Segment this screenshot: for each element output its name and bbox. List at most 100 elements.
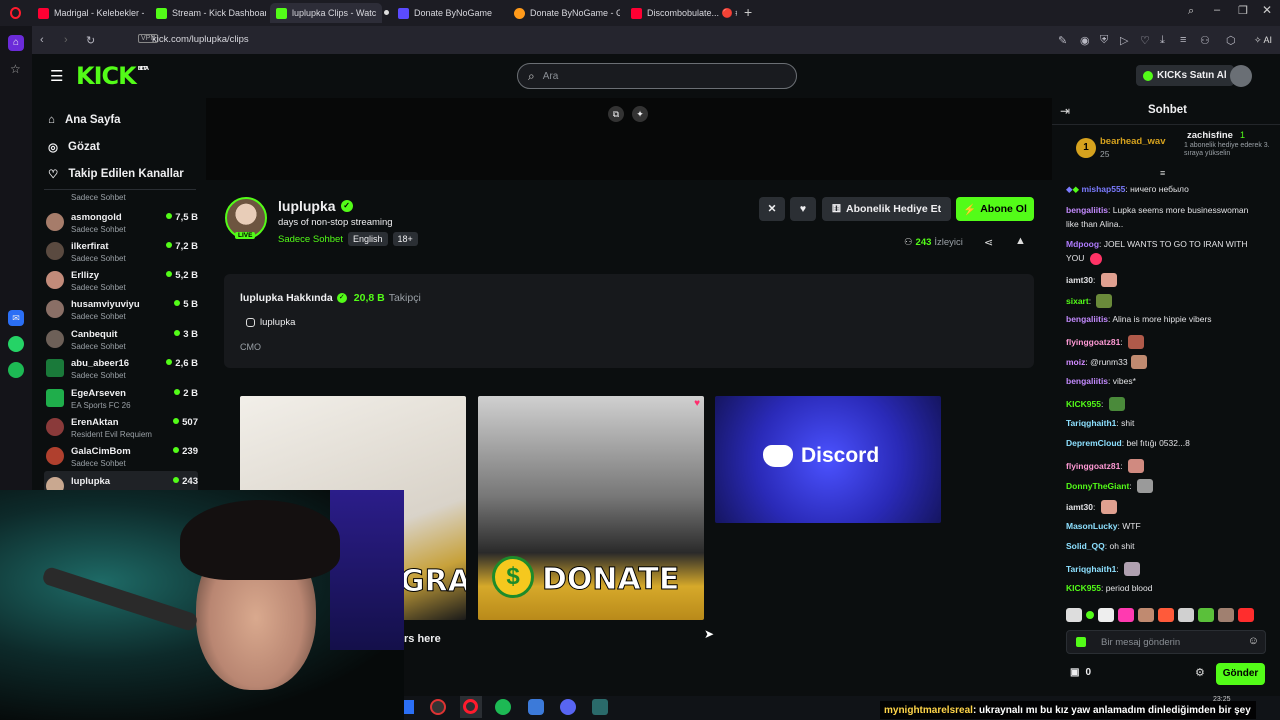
emote-icon[interactable] [1066,608,1082,622]
sidebar-channel-asmongold[interactable]: asmongold Sadece Sohbet 7,5 B [44,207,198,236]
emote-icon[interactable] [1138,608,1154,622]
emote-icon[interactable] [1158,608,1174,622]
sidebar-channel-canbequit[interactable]: Canbequit Sadece Sohbet 3 B [44,324,198,353]
chat-message[interactable]: KICK955: period blood [1066,583,1153,593]
ai-button[interactable]: ✧ AI [1250,32,1276,48]
chat-message[interactable]: KICK955: [1066,397,1125,411]
sidebar-channel-husamviyuviyu[interactable]: husamviyuviyu Sadece Sohbet 5 B [44,294,198,323]
spotify-taskbar-icon[interactable] [495,699,511,715]
chat-message[interactable]: iamt30: [1066,500,1117,514]
tab-2-active[interactable]: luplupka Clips - Watc [270,3,382,23]
tab-4[interactable]: Donate ByNoGame - Gele [508,3,620,23]
chat-message[interactable]: iamt30: [1066,273,1117,287]
sidebar-channel-abu-abeer16[interactable]: abu_abeer16 Sadece Sohbet 2,6 B [44,353,198,382]
follow-heart-button[interactable]: ♥ [790,197,816,221]
whatsapp-icon[interactable] [8,336,24,352]
chat-message[interactable]: bengaliitis: Lupka seems more businesswo… [1066,205,1248,215]
share-icon[interactable]: ⋖ [984,236,993,249]
user-avatar[interactable] [1230,65,1252,87]
download-icon[interactable]: ⤓ [1160,34,1165,47]
emote-icon[interactable] [1198,608,1214,622]
chat-message[interactable]: ◆◆ mishap555: ничего небыло [1066,184,1189,195]
chat-message[interactable]: Mdpoog: JOEL WANTS TO GO TO IRAN WITH [1066,239,1248,249]
shield-icon[interactable]: ⛨ [1100,34,1108,47]
subscribe-button[interactable]: ⚡ Abone Ol [956,197,1034,221]
buy-kicks-button[interactable]: KICKs Satın Al [1136,65,1234,86]
report-icon[interactable]: ▲ [1015,235,1026,247]
streamer-name[interactable]: luplupka ✓ [278,198,353,214]
messenger-icon[interactable]: ✉ [8,310,24,326]
nav-home[interactable]: ⌂ Ana Sayfa [32,106,206,133]
channel-points[interactable]: ▣ 0 [1070,667,1091,678]
chat-message[interactable]: sixart: [1066,294,1113,308]
menu-lines-icon[interactable]: ≡ [1180,34,1186,46]
taskbar-app-icon[interactable] [404,700,414,714]
opera-taskbar-icon[interactable] [463,699,478,714]
sidebar-channel-ilkerfirat[interactable]: ilkerfirat Sadece Sohbet 7,2 B [44,236,198,265]
send-button[interactable]: Gönder [1216,663,1265,685]
tab-5[interactable]: Discombobulate... 🔴 #Sh [625,3,737,23]
profile-icon[interactable]: ⚇ [1200,34,1210,47]
play-icon[interactable]: ▷ [1120,34,1128,47]
heart-outline-icon[interactable]: ♡ [1140,34,1150,47]
tab-0[interactable]: Madrigal - Kelebekler - Yo [32,3,144,23]
opera-logo-icon[interactable] [10,7,21,19]
emote-icon[interactable] [1178,608,1194,622]
sidebar-channel-egearseven[interactable]: EgeArseven EA Sports FC 26 2 B [44,383,198,412]
chat-message[interactable]: flyinggoatz81: [1066,459,1145,473]
gift-sub-button[interactable]: ⚅ Abonelik Hediye Et [822,197,951,221]
mute-notifications-button[interactable]: ✕ [759,197,785,221]
chat-message[interactable]: moiz: @runm33 [1066,355,1147,369]
discord-panel-image[interactable]: Discord [715,396,941,523]
chat-message[interactable]: Solid_QQ: oh shit [1066,541,1135,551]
chat-message[interactable]: MasonLucky: WTF [1066,521,1141,531]
emote-icon[interactable] [1218,608,1234,622]
instagram-link[interactable]: luplupka [246,317,295,328]
chat-message[interactable]: DepremCloud: bel fıtığı 0532...8 [1066,438,1190,448]
tab-3[interactable]: Donate ByNoGame [392,3,504,23]
chat-message[interactable]: bengaliitis: Alina is more hippie vibers [1066,314,1212,324]
tab-1[interactable]: Stream - Kick Dashboard [150,3,266,23]
star-icon[interactable]: ☆ [10,62,21,76]
chat-input[interactable]: Bir mesaj gönderin ☺ [1066,630,1266,654]
sidebar-channel[interactable]: Sadece Sohbet [44,186,198,203]
emote-icon[interactable] [1238,608,1254,622]
sidebar-channel-erenaktan[interactable]: ErenAktan Resident Evil Requiem 507 [44,412,198,441]
nav-browse[interactable]: ◎ Gözat [32,133,206,160]
taskbar-app-icon[interactable] [592,699,608,715]
emote-icon[interactable] [1098,608,1114,622]
taskbar-app-icon[interactable] [430,699,446,715]
clip-icon[interactable]: ⧉ [608,106,624,122]
forward-icon[interactable]: › [64,34,68,46]
sidebar-channel-galacimbom[interactable]: GalaCimBom Sadece Sohbet 239 [44,441,198,470]
edit-icon[interactable]: ✎ [1058,34,1067,47]
opera-home-icon[interactable]: ⌂ [8,35,24,51]
minimize-icon[interactable]: – [1214,4,1220,16]
emote-icon[interactable] [1118,608,1134,622]
spotify-icon[interactable] [8,362,24,378]
age-tag[interactable]: 18+ [392,232,418,246]
reload-icon[interactable]: ↻ [86,34,95,47]
chat-settings-icon[interactable]: ⚙ [1195,666,1205,679]
chat-message[interactable]: Tariqghaith1: shit [1066,418,1134,428]
taskbar-app-icon[interactable] [528,699,544,715]
chat-message[interactable]: Tariqghaith1: [1066,562,1141,576]
chat-message[interactable]: flyinggoatz81: [1066,335,1145,349]
new-tab-icon[interactable]: + [744,4,752,20]
hamburger-menu-icon[interactable]: ☰ [50,67,63,85]
discord-taskbar-icon[interactable] [560,699,576,715]
pinned-expand-icon[interactable]: ≡ [1160,168,1165,178]
category-link[interactable]: Sadece Sohbet [278,234,343,245]
sidebar-channel-erllizy[interactable]: Erllizy Sadece Sohbet 5,2 B [44,265,198,294]
camera-icon[interactable]: ◉ [1080,34,1090,47]
collapse-chat-icon[interactable]: ⇥ [1060,104,1070,118]
language-tag[interactable]: English [347,232,388,246]
url-field[interactable]: kick.com/luplupka/clips [152,34,249,45]
sparkle-icon[interactable]: ✦ [632,106,648,122]
chat-message[interactable]: DonnyTheGiant: [1066,479,1154,493]
back-icon[interactable]: ‹ [40,34,44,46]
close-window-icon[interactable]: ✕ [1262,3,1272,17]
kick-logo[interactable]: KICK BETA [76,62,149,90]
emote-icon[interactable] [1086,611,1094,619]
extensions-icon[interactable]: ⬡ [1226,34,1236,47]
